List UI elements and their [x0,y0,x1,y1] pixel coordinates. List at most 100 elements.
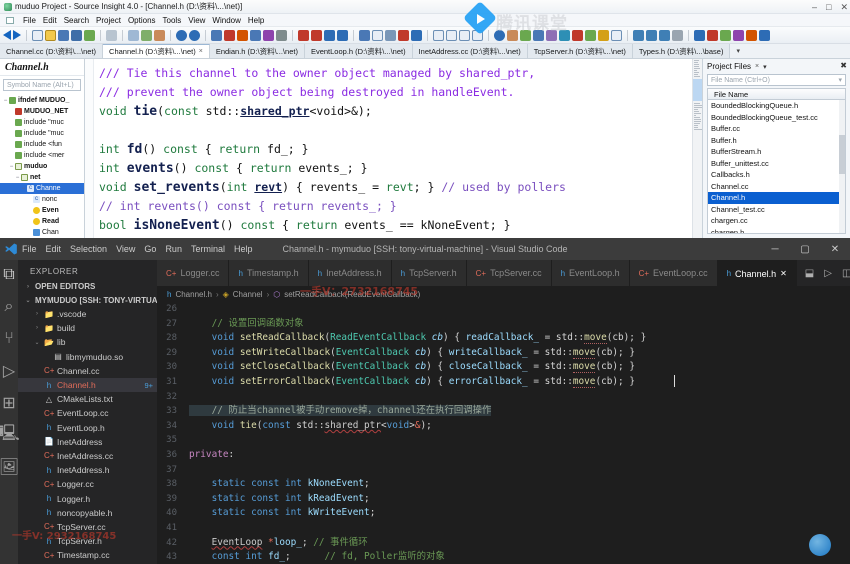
project-file-item-9[interactable]: Channel_test.cc [708,204,845,216]
menu-tools[interactable]: Tools [163,16,182,25]
file-tree-item-13[interactable]: hLogger.h [18,491,157,505]
search-prev-icon[interactable] [237,30,248,41]
clear-search-icon[interactable] [263,30,274,41]
symbol-node-1[interactable]: MUDUO_NET [0,106,84,117]
breadcrumb-item-0[interactable]: Channel.h [175,290,211,299]
split-vertical-icon[interactable]: ⬓ [805,268,814,279]
breadcrumb[interactable]: hChannel.h›◈Channel›⬡setReadCallback(Rea… [157,286,850,302]
file-tree-item-0[interactable]: ›📁.vscode [18,307,157,321]
menu-options[interactable]: Options [128,16,156,25]
editor-tab-7[interactable]: hChannel.h✕ [718,260,797,286]
editor-tab-close-icon[interactable]: ✕ [780,269,787,278]
run-debug-icon[interactable]: ▷ [0,362,18,380]
cut-icon[interactable] [128,30,139,41]
project-file-item-4[interactable]: BufferStream.h [708,146,845,158]
sort-icon[interactable] [585,30,596,41]
project-file-item-1[interactable]: BoundedBlockingQueue_test.cc [708,112,845,124]
source-insight-minimap[interactable] [692,59,702,238]
menu-search[interactable]: Search [64,16,89,25]
source-insight-editor[interactable]: /// Tie this channel to the owner object… [85,59,702,238]
file-tree-item-14[interactable]: hnoncopyable.h [18,506,157,520]
project-files-list[interactable]: BoundedBlockingQueue.hBoundedBlockingQue… [707,100,846,234]
search-icon[interactable]: ⌕ [0,298,18,316]
vs-minimize-button[interactable]: ─ [760,238,790,260]
editor-tab-1[interactable]: hTimestamp.h [229,260,308,286]
tree-twisty-icon[interactable]: − [20,186,27,192]
grid-icon[interactable] [611,30,622,41]
vs-menu-go[interactable]: Go [144,244,156,254]
vs-menu-edit[interactable]: Edit [46,244,62,254]
editor-tab-3[interactable]: hTcpServer.h [392,260,467,286]
editor-tab-4[interactable]: C+TcpServer.cc [467,260,552,286]
file-tree-item-3[interactable]: ▤libmymuduo.so [18,350,157,364]
decrease-font-icon[interactable] [659,30,670,41]
menu-view[interactable]: View [188,16,205,25]
vs-maximize-button[interactable]: ▢ [790,238,820,260]
tree-twisty-icon[interactable]: − [14,175,21,181]
breadcrumb-item-1[interactable]: Channel [233,290,263,299]
si-tabs-overflow-icon[interactable]: ▾ [730,44,746,58]
symbol-node-11[interactable]: Read [0,216,84,227]
chevron-down-icon[interactable]: ⌄ [33,339,41,346]
context-window-icon[interactable] [311,30,322,41]
file-tree-item-15[interactable]: C+TcpServer.cc [18,520,157,534]
project-files-scroll-thumb[interactable] [839,135,845,175]
search-icon[interactable] [211,30,222,41]
vs-menu-run[interactable]: Run [165,244,182,254]
save-all-icon[interactable] [71,30,82,41]
symbol-node-9[interactable]: cnonc [0,194,84,205]
search-next-icon[interactable] [224,30,235,41]
project-filter-chevron-down-icon[interactable]: ▾ [838,76,842,84]
minimap-viewport[interactable] [693,79,702,101]
si-close-button[interactable]: ✕ [840,2,848,13]
vs-menu-selection[interactable]: Selection [70,244,107,254]
si-maximize-button[interactable]: □ [826,2,831,12]
run-icon[interactable]: ▷ [824,268,832,279]
zoom-icon[interactable] [694,30,705,41]
print-icon[interactable] [106,30,117,41]
symbol-node-2[interactable]: include "muc [0,117,84,128]
project-file-item-3[interactable]: Buffer.h [708,135,845,147]
panel-layout-icon[interactable] [372,30,383,41]
vs-close-button[interactable]: ✕ [820,238,850,260]
project-file-item-5[interactable]: Buffer_unittest.cc [708,158,845,170]
save-icon[interactable] [58,30,69,41]
browse-icon[interactable] [359,30,370,41]
project-window-icon[interactable] [337,30,348,41]
project-file-item-6[interactable]: Callbacks.h [708,169,845,181]
project-file-item-7[interactable]: Channel.cc [708,181,845,193]
file-tree-item-4[interactable]: C+Channel.cc [18,364,157,378]
forward-icon[interactable] [13,30,21,40]
about-icon[interactable] [759,30,770,41]
history-icon[interactable] [720,30,731,41]
file-tree-item-6[interactable]: △CMakeLists.txt [18,392,157,406]
file-tree-item-9[interactable]: 📄InetAddress [18,435,157,449]
si-tab-5[interactable]: TcpServer.h (D:\资料\...\net) [528,44,633,58]
chevron-right-icon[interactable]: › [33,311,41,317]
font-icon[interactable] [672,30,683,41]
file-tree-item-5[interactable]: hChannel.h9+ [18,378,157,392]
symbol-node-8[interactable]: −cChanne [0,183,84,194]
copy-icon[interactable] [141,30,152,41]
project-panel-close-icon[interactable]: ✖ [840,61,847,70]
highlight-icon[interactable] [398,30,409,41]
project-files-tab-close-icon[interactable]: × [755,63,759,70]
si-minimize-button[interactable]: – [812,2,817,12]
split-horizontal-icon[interactable] [433,30,444,41]
menu-project[interactable]: Project [96,16,121,25]
preferences-icon[interactable] [733,30,744,41]
menu-help[interactable]: Help [248,16,264,25]
symbol-node-7[interactable]: −net [0,172,84,183]
bookmark-icon[interactable] [276,30,287,41]
menu-window[interactable]: Window [212,16,240,25]
explorer-icon[interactable]: ⧉ [0,266,18,284]
vs-menu-file[interactable]: File [22,244,37,254]
si-tab-1[interactable]: Channel.h (D:\资料\...\net)× [103,44,210,58]
project-file-item-11[interactable]: chargen.h [708,227,845,235]
syntax-format-icon[interactable] [385,30,396,41]
help-icon[interactable] [746,30,757,41]
source-control-icon[interactable]: ⑂ [0,330,18,348]
project-files-scrollbar[interactable] [839,100,845,233]
project-file-item-0[interactable]: BoundedBlockingQueue.h [708,100,845,112]
si-tab-4[interactable]: InetAddress.cc (D:\资料\...\net) [413,44,528,58]
